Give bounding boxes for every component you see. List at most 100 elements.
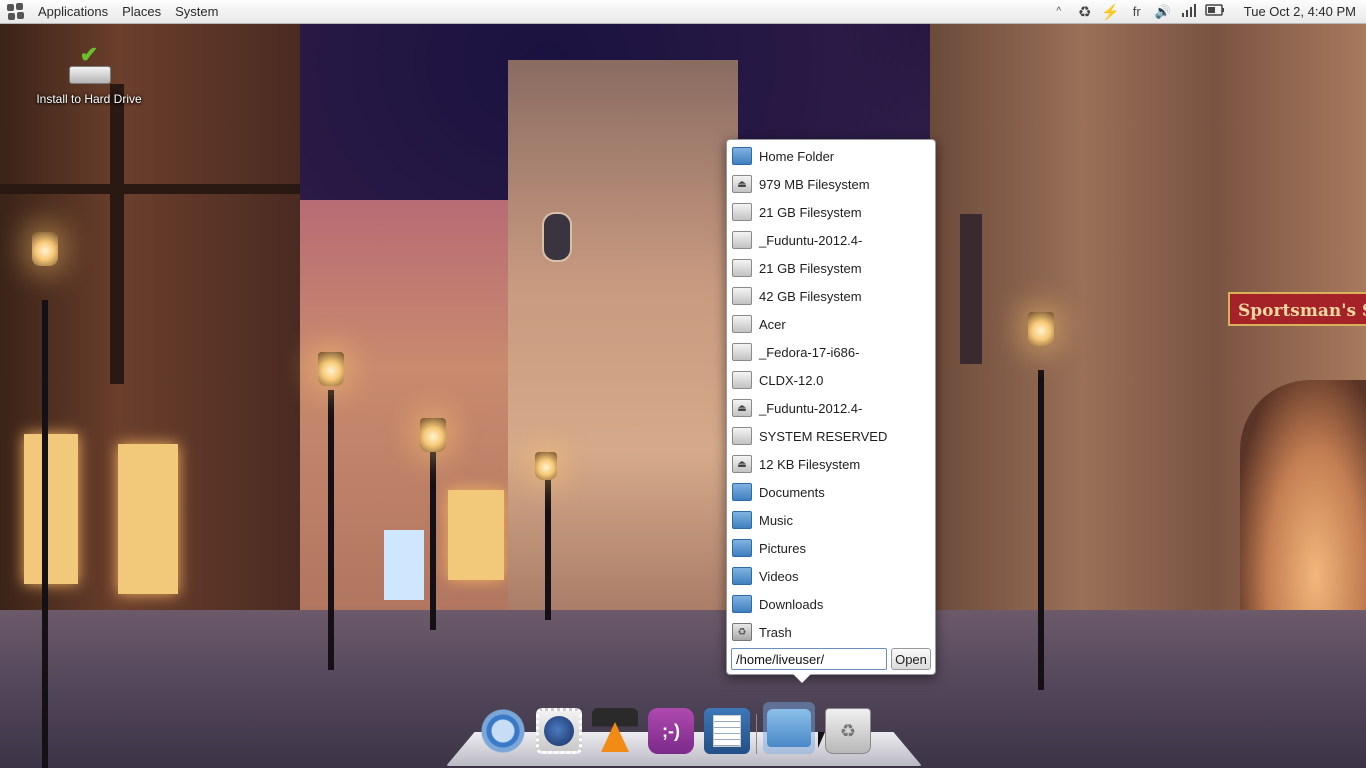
install-drive-icon: ✔	[67, 44, 111, 86]
power-icon[interactable]: ⚡	[1098, 3, 1124, 21]
places-item[interactable]: Videos	[727, 562, 935, 590]
videos-folder-icon	[732, 567, 752, 585]
wallpaper-sign: Sportsman's Sh	[1228, 292, 1366, 326]
wallpaper-lamp	[318, 352, 344, 386]
places-item-label: Music	[759, 512, 793, 528]
drive-icon	[732, 203, 752, 221]
music-folder-icon	[732, 511, 752, 529]
places-item[interactable]: ⏏ _Fuduntu-2012.4-	[727, 394, 935, 422]
text-editor-icon[interactable]	[704, 708, 750, 754]
chat-icon[interactable]: ;-)	[648, 708, 694, 754]
places-item-label: Trash	[759, 624, 792, 640]
places-item-label: SYSTEM RESERVED	[759, 428, 888, 444]
panel-clock[interactable]: Tue Oct 2, 4:40 PM	[1228, 4, 1366, 19]
documents-folder-icon	[732, 483, 752, 501]
drive-icon	[732, 231, 752, 249]
files-icon	[767, 709, 811, 747]
files-dock-item[interactable]	[763, 702, 815, 754]
dock: ;-) ♻	[480, 702, 871, 754]
wallpaper-beam	[110, 84, 124, 384]
places-item[interactable]: 21 GB Filesystem	[727, 198, 935, 226]
mouse-cursor	[818, 732, 825, 748]
places-item-label: 979 MB Filesystem	[759, 176, 870, 192]
mail-stamp-icon[interactable]	[536, 708, 582, 754]
places-item-label: 42 GB Filesystem	[759, 288, 862, 304]
places-item-label: 12 KB Filesystem	[759, 456, 861, 472]
places-item[interactable]: ⏏ 12 KB Filesystem	[727, 450, 935, 478]
places-item[interactable]: Home Folder	[727, 142, 935, 170]
places-item-label: 21 GB Filesystem	[759, 204, 862, 220]
wallpaper-clock	[542, 212, 572, 262]
places-item-label: CLDX-12.0	[759, 372, 824, 388]
dock-separator	[756, 714, 757, 754]
eject-drive-icon: ⏏	[732, 175, 752, 193]
install-to-hard-drive-launcher[interactable]: ✔ Install to Hard Drive	[26, 44, 152, 107]
places-item-label: _Fedora-17-i686-	[759, 344, 860, 360]
wallpaper-window	[448, 490, 504, 580]
places-item[interactable]: CLDX-12.0	[727, 366, 935, 394]
wallpaper-window	[24, 434, 78, 584]
drive-icon	[732, 287, 752, 305]
drive-icon	[732, 343, 752, 361]
location-input[interactable]	[731, 648, 887, 670]
places-item-label: Videos	[759, 568, 799, 584]
places-item-label: _Fuduntu-2012.4-	[759, 232, 863, 248]
trash-icon[interactable]: ♻	[825, 708, 871, 754]
wallpaper-lamp	[535, 452, 557, 480]
places-item[interactable]: Music	[727, 506, 935, 534]
updates-icon[interactable]: ♻	[1072, 3, 1098, 21]
system-tray: ^ ♻ ⚡ fr 🔊 Tue Oct 2, 4:40 PM	[1046, 0, 1366, 24]
top-panel: Applications Places System ^ ♻ ⚡ fr 🔊 Tu…	[0, 0, 1366, 24]
places-menu[interactable]: Places	[115, 4, 168, 19]
places-item-label: Home Folder	[759, 148, 835, 164]
wallpaper-lamp-post	[1038, 370, 1044, 690]
places-item[interactable]: Pictures	[727, 534, 935, 562]
pictures-folder-icon	[732, 539, 752, 557]
drive-icon	[732, 259, 752, 277]
drive-icon	[732, 427, 752, 445]
places-item-label: 21 GB Filesystem	[759, 260, 862, 276]
wallpaper-lamp	[32, 232, 58, 266]
wallpaper-door	[384, 530, 424, 600]
places-item[interactable]: 21 GB Filesystem	[727, 254, 935, 282]
drive-icon	[732, 371, 752, 389]
system-menu[interactable]: System	[168, 4, 225, 19]
drive-icon	[732, 315, 752, 333]
places-item[interactable]: 42 GB Filesystem	[727, 282, 935, 310]
chromium-icon[interactable]	[480, 708, 526, 754]
places-item-label: Pictures	[759, 540, 806, 556]
home-folder-icon	[732, 147, 752, 165]
battery-icon[interactable]	[1202, 4, 1228, 19]
places-item[interactable]: Downloads	[727, 590, 935, 618]
places-item[interactable]: Acer	[727, 310, 935, 338]
places-item[interactable]: ⏏ 979 MB Filesystem	[727, 170, 935, 198]
open-button[interactable]: Open	[891, 648, 931, 670]
places-item[interactable]: Documents	[727, 478, 935, 506]
wallpaper-lamp-post	[42, 300, 48, 768]
eject-drive-icon: ⏏	[732, 399, 752, 417]
places-item[interactable]: ♻ Trash	[727, 618, 935, 646]
places-list: Home Folder ⏏ 979 MB Filesystem 21 GB Files…	[727, 142, 935, 646]
wallpaper-clock-tower	[508, 60, 738, 620]
eject-drive-icon: ⏏	[732, 455, 752, 473]
places-item-label: Downloads	[759, 596, 824, 612]
trash-icon: ♻	[732, 623, 752, 641]
keyboard-layout-indicator[interactable]: fr	[1124, 4, 1150, 19]
vlc-icon[interactable]	[592, 708, 638, 754]
places-item[interactable]: _Fedora-17-i686-	[727, 338, 935, 366]
wallpaper-lamp-post	[328, 390, 334, 670]
places-item[interactable]: _Fuduntu-2012.4-	[727, 226, 935, 254]
network-signal-icon[interactable]	[1176, 3, 1202, 20]
places-item[interactable]: SYSTEM RESERVED	[727, 422, 935, 450]
gnome-foot-icon[interactable]	[7, 2, 25, 21]
location-bar: Open	[731, 648, 933, 670]
install-label: Install to Hard Drive	[36, 92, 142, 106]
places-item-label: Acer	[759, 316, 786, 332]
applications-menu[interactable]: Applications	[31, 4, 115, 19]
wallpaper-lamp	[420, 418, 446, 452]
places-item-label: _Fuduntu-2012.4-	[759, 400, 863, 416]
volume-icon[interactable]: 🔊	[1150, 4, 1176, 20]
tray-arrow-icon[interactable]: ^	[1046, 6, 1072, 17]
wallpaper-beam	[0, 184, 300, 194]
places-popup: Home Folder ⏏ 979 MB Filesystem 21 GB Files…	[726, 139, 936, 683]
